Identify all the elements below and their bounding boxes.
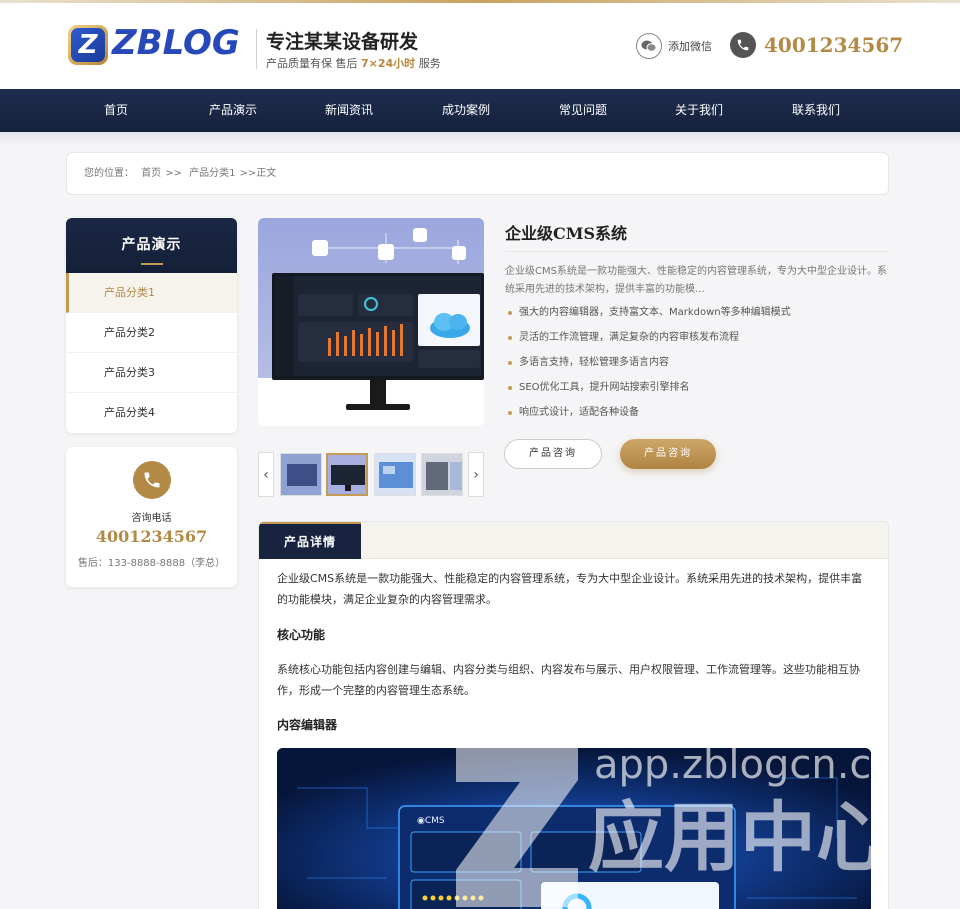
sidebar-title: 产品演示: [66, 218, 237, 273]
consult-button-outline[interactable]: 产品咨询: [504, 439, 602, 469]
contact-label: 咨询电话: [131, 513, 172, 524]
site-header: Z ZBLOG 专注某某设备研发 产品质量有保 售后 7×24小时 服务 添加微…: [0, 3, 960, 89]
nav-item-products[interactable]: 产品演示: [175, 89, 291, 132]
consult-button-filled[interactable]: 产品咨询: [620, 439, 716, 469]
product-title: 企业级CMS系统: [505, 224, 628, 243]
breadcrumb-current: 正文: [256, 168, 277, 179]
breadcrumb: 您的位置： 首页 >> 产品分类1 >>正文: [66, 152, 889, 195]
gallery-prev-button[interactable]: ‹: [258, 452, 274, 497]
breadcrumb-separator: >>: [239, 168, 257, 179]
phone-icon: [730, 32, 756, 58]
nav-item-about[interactable]: 关于我们: [641, 89, 757, 132]
detail-section-title: 内容编辑器: [277, 718, 338, 732]
product-description: 企业级CMS系统是一款功能强大、性能稳定的内容管理系统，专为大中型企业设计。系统…: [505, 266, 887, 295]
detail-intro: 企业级CMS系统是一款功能强大、性能稳定的内容管理系统，专为大中型企业设计。系统…: [277, 572, 863, 606]
sub-slogan-post: 服务: [418, 57, 441, 70]
breadcrumb-separator: >>: [165, 168, 182, 179]
detail-tab-bar: 产品详情: [259, 522, 888, 559]
sub-slogan-highlight: 7×24小时: [361, 57, 416, 70]
header-phone[interactable]: 4001234567: [730, 32, 903, 58]
product-title-divider: [505, 251, 889, 252]
breadcrumb-prefix: 您的位置：: [84, 168, 134, 179]
sidebar-item-category-1[interactable]: 产品分类1: [66, 273, 237, 313]
chevron-right-icon: ›: [473, 466, 479, 483]
nav-shadow: [0, 132, 960, 146]
feature-item: 灵活的工作流管理，满足复杂的内容审核发布流程: [505, 330, 889, 355]
thumbnail-4[interactable]: [421, 453, 463, 496]
feature-item: 强大的内容编辑器，支持富文本、Markdown等多种编辑模式: [505, 305, 889, 330]
nav-item-cases[interactable]: 成功案例: [408, 89, 524, 132]
sidebar-contact-card: 咨询电话 4001234567 售后：133-8888-8888（李总）: [66, 447, 237, 587]
feature-item: 响应式设计，适配各种设备: [505, 405, 889, 430]
detail-section-text: 系统核心功能包括内容创建与编辑、内容分类与组织、内容发布与展示、用户权限管理、工…: [277, 663, 860, 697]
detail-section-title: 核心功能: [277, 628, 326, 642]
wechat-icon: [636, 33, 662, 59]
nav-item-home[interactable]: 首页: [58, 89, 174, 132]
product-thumbnails: ‹ ›: [258, 452, 484, 497]
watermark-url: app.zblogcn.com: [594, 742, 876, 788]
sidebar-title-text: 产品演示: [121, 237, 182, 253]
thumbnail-2[interactable]: [326, 453, 368, 496]
sidebar-categories: 产品演示 产品分类1 产品分类2 产品分类3 产品分类4: [66, 218, 237, 433]
feature-item: 多语言支持，轻松管理多语言内容: [505, 355, 889, 380]
phone-icon: [132, 461, 171, 499]
feature-item: SEO优化工具，提升网站搜索引擎排名: [505, 380, 889, 405]
site-slogan: 专注某某设备研发: [266, 31, 419, 53]
wechat-label: 添加微信: [668, 40, 712, 53]
chevron-left-icon: ‹: [263, 466, 269, 483]
logo-letter: Z: [71, 28, 105, 62]
nav-item-faq[interactable]: 常见问题: [525, 89, 641, 132]
breadcrumb-category[interactable]: 产品分类1: [189, 168, 235, 179]
header-phone-number: 4001234567: [764, 33, 904, 57]
thumbnail-3[interactable]: [374, 453, 416, 496]
breadcrumb-home[interactable]: 首页: [141, 168, 161, 179]
logo-separator: [256, 29, 257, 69]
watermark: app.zblogcn.com 应用中心: [456, 742, 935, 909]
tab-product-detail[interactable]: 产品详情: [259, 522, 361, 559]
product-features: 强大的内容编辑器，支持富文本、Markdown等多种编辑模式 灵活的工作流管理，…: [505, 305, 889, 430]
sidebar-item-category-4[interactable]: 产品分类4: [66, 393, 237, 433]
sidebar-item-category-3[interactable]: 产品分类3: [66, 353, 237, 393]
wechat-link[interactable]: 添加微信: [636, 33, 712, 59]
main-nav: 首页 产品演示 新闻资讯 成功案例 常见问题 关于我们 联系我们: [0, 89, 960, 132]
gallery-next-button[interactable]: ›: [468, 452, 484, 497]
logo-text[interactable]: ZBLOG: [112, 23, 240, 63]
after-sales-phone: 售后：133-8888-8888（李总）: [77, 558, 226, 569]
thumbnail-1[interactable]: [280, 453, 322, 496]
logo-badge[interactable]: Z: [68, 25, 108, 65]
nav-item-news[interactable]: 新闻资讯: [291, 89, 407, 132]
sub-slogan: 产品质量有保 售后 7×24小时 服务: [266, 55, 441, 71]
sidebar-item-category-2[interactable]: 产品分类2: [66, 313, 237, 353]
contact-phone[interactable]: 4001234567: [66, 527, 237, 546]
watermark-text: 应用中心: [588, 793, 876, 882]
svg-text:◉CMS: ◉CMS: [417, 816, 445, 826]
nav-item-contact[interactable]: 联系我们: [758, 89, 874, 132]
sidebar-title-underline: [140, 263, 163, 265]
sub-slogan-pre: 产品质量有保 售后: [266, 57, 358, 70]
product-main-image[interactable]: [258, 218, 484, 426]
